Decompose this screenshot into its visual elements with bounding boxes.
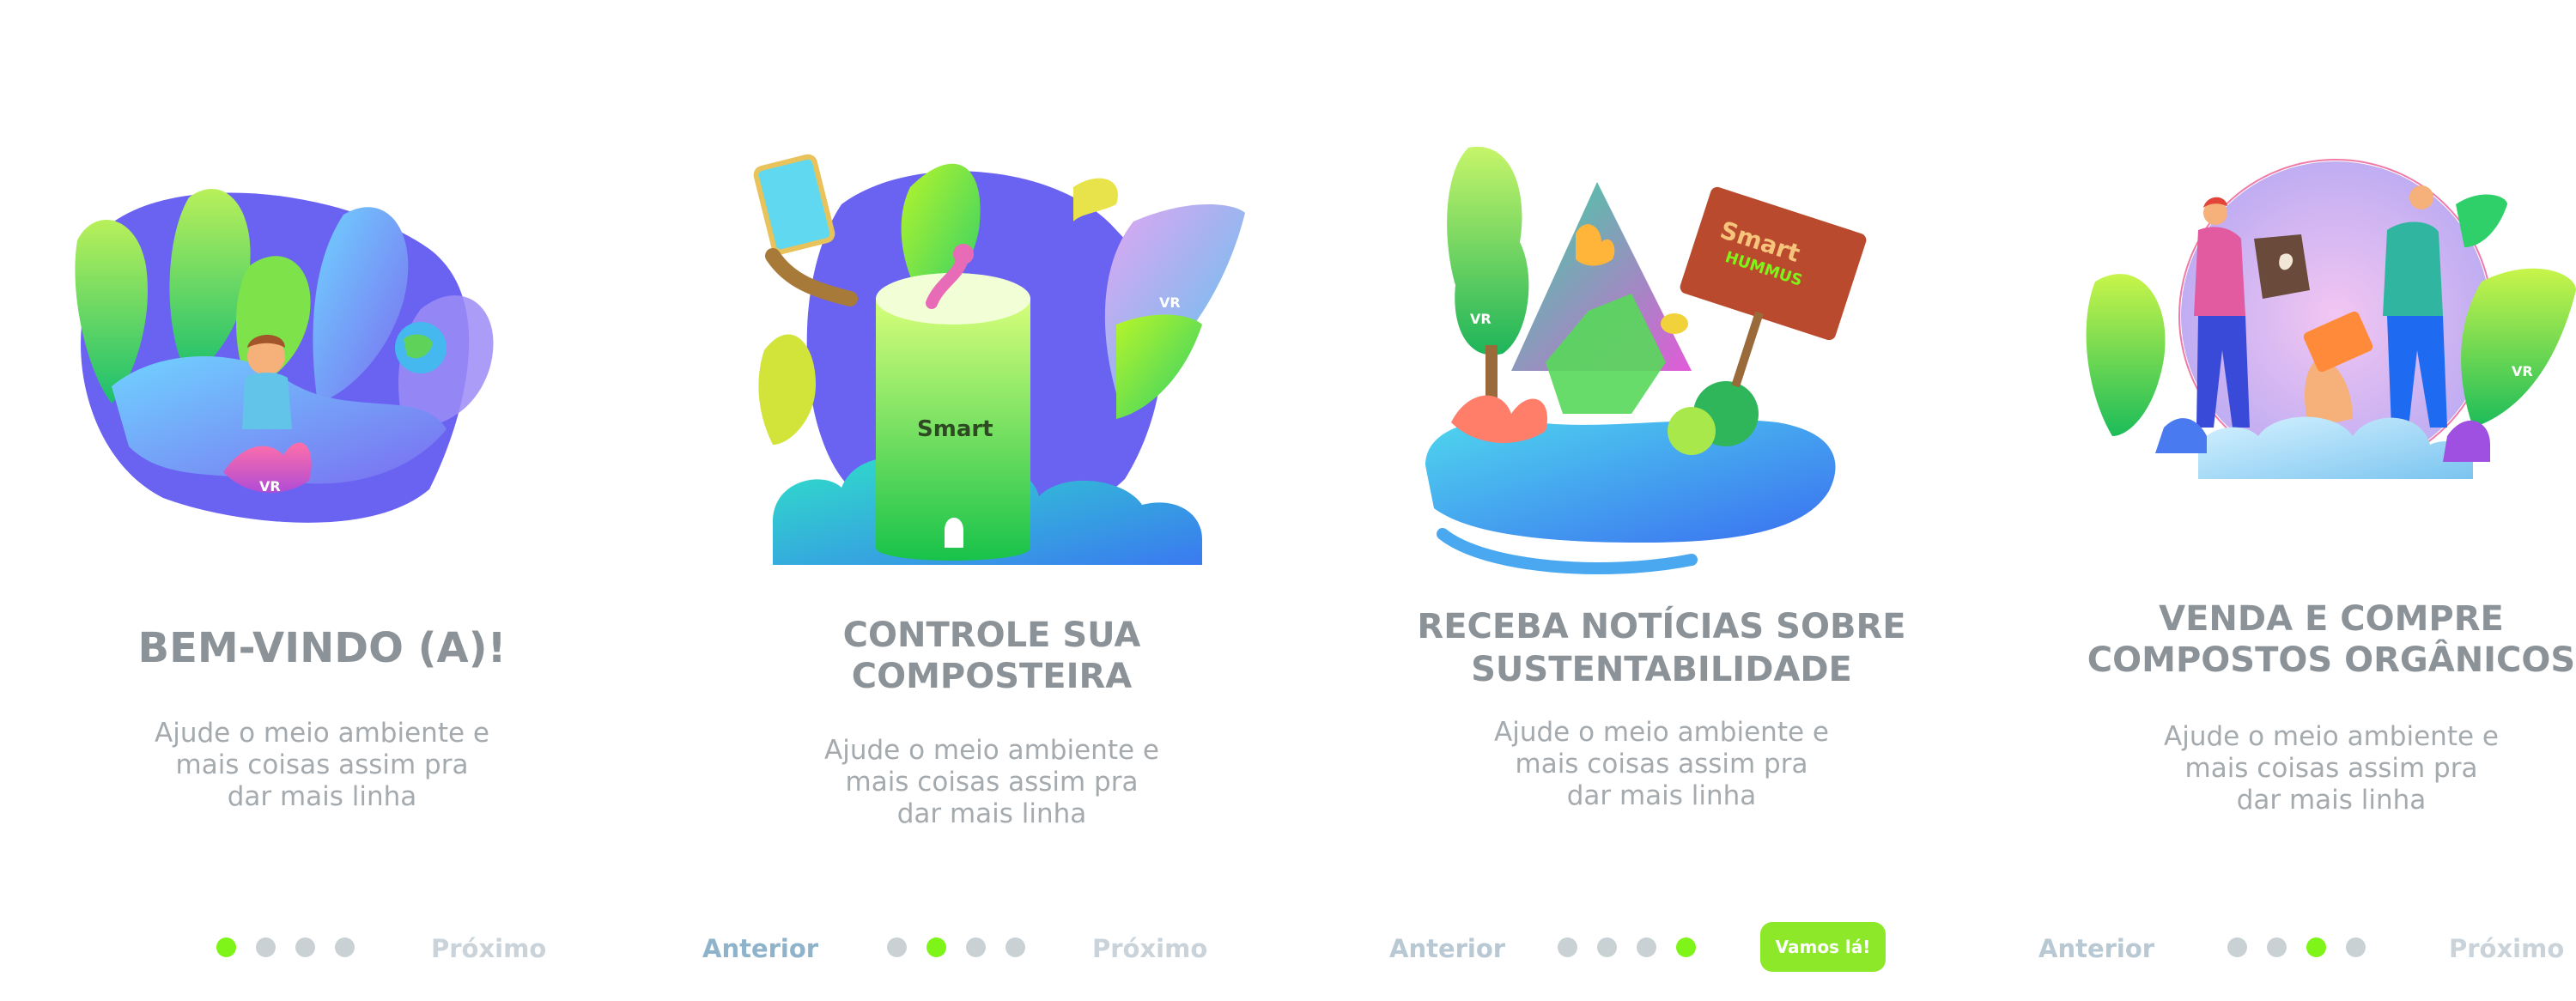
title-line: COMPOSTOS ORGÂNICOS bbox=[2087, 640, 2576, 680]
next-button[interactable]: Próximo bbox=[2449, 934, 2564, 963]
page-title: RECEBA NOTÍCIAS SOBRE SUSTENTABILIDADE bbox=[1340, 605, 1984, 691]
description-line: mais coisas assim pra bbox=[2184, 753, 2478, 784]
page-title: VENDA E COMPRE COMPOSTOS ORGÂNICOS bbox=[2009, 598, 2576, 681]
onboarding-screen-composter: Smart VR CONTROLE SUA COMPOSTEIRA Ajude … bbox=[670, 0, 1314, 1001]
page-dot-1[interactable] bbox=[1558, 937, 1577, 957]
page-dot-1[interactable] bbox=[887, 937, 907, 957]
description-line: dar mais linha bbox=[1566, 780, 1757, 811]
description-line: dar mais linha bbox=[227, 781, 417, 812]
next-button[interactable]: Próximo bbox=[431, 934, 546, 963]
page-description: Ajude o meio ambiente e mais coisas assi… bbox=[2009, 721, 2576, 816]
page-title: CONTROLE SUA COMPOSTEIRA bbox=[670, 615, 1314, 697]
page-dot-4[interactable] bbox=[335, 937, 355, 957]
page-dot-2[interactable] bbox=[1597, 937, 1617, 957]
brand-mark-text: VR bbox=[2512, 363, 2533, 379]
description-line: Ajude o meio ambiente e bbox=[155, 718, 489, 749]
page-dot-1[interactable] bbox=[216, 937, 236, 957]
page-dot-2[interactable] bbox=[2267, 937, 2287, 957]
get-started-button[interactable]: Vamos lá! bbox=[1760, 922, 1886, 972]
description-line: mais coisas assim pra bbox=[175, 749, 469, 780]
page-dot-4[interactable] bbox=[1005, 937, 1025, 957]
page-dot-2[interactable] bbox=[256, 937, 276, 957]
page-description: Ajude o meio ambiente e mais coisas assi… bbox=[670, 735, 1314, 830]
description-line: Ajude o meio ambiente e bbox=[1494, 717, 1829, 748]
title-line: SUSTENTABILIDADE bbox=[1471, 650, 1852, 689]
page-dot-2[interactable] bbox=[927, 937, 946, 957]
onboarding-screen-news: Smart HUMMUS VR RECEBA NOTÍCIAS SOBRE SU… bbox=[1340, 0, 1984, 1001]
brand-mark-text: VR bbox=[1470, 311, 1492, 327]
description-line: Ajude o meio ambiente e bbox=[824, 735, 1159, 766]
page-dot-3[interactable] bbox=[966, 937, 986, 957]
title-line: BEM-VINDO (A)! bbox=[137, 624, 507, 672]
description-line: mais coisas assim pra bbox=[1515, 749, 1808, 780]
description-line: dar mais linha bbox=[896, 798, 1087, 829]
description-line: mais coisas assim pra bbox=[845, 767, 1139, 798]
title-line: CONTROLE SUA bbox=[842, 616, 1141, 655]
next-button[interactable]: Próximo bbox=[1092, 934, 1207, 963]
title-line: RECEBA NOTÍCIAS SOBRE bbox=[1417, 607, 1906, 646]
illustration-marketplace: VR bbox=[2086, 159, 2576, 479]
brand-mark-text: VR bbox=[259, 478, 281, 494]
title-line: VENDA E COMPRE bbox=[2159, 599, 2504, 639]
page-dot-4[interactable] bbox=[2346, 937, 2366, 957]
onboarding-screen-marketplace: VR VENDA E COMPRE COMPOSTOS ORGÂNICOS Aj… bbox=[2009, 0, 2576, 1001]
illustration-welcome: VR bbox=[75, 189, 494, 523]
page-title: BEM-VINDO (A)! bbox=[0, 625, 644, 671]
illustration-news: Smart HUMMUS VR bbox=[1425, 146, 1867, 574]
page-dot-3[interactable] bbox=[1637, 937, 1656, 957]
bin-logo-text: Smart bbox=[917, 416, 993, 442]
page-description: Ajude o meio ambiente e mais coisas assi… bbox=[1340, 717, 1984, 812]
page-dot-3[interactable] bbox=[295, 937, 315, 957]
previous-button[interactable]: Anterior bbox=[2038, 934, 2154, 963]
page-dot-1[interactable] bbox=[2227, 937, 2247, 957]
description-line: dar mais linha bbox=[2236, 785, 2427, 816]
page-dot-4[interactable] bbox=[1676, 937, 1696, 957]
onboarding-screen-welcome: VR BEM-VINDO (A)! Ajude o meio ambiente … bbox=[0, 0, 644, 1001]
previous-button[interactable]: Anterior bbox=[702, 934, 818, 963]
previous-button[interactable]: Anterior bbox=[1389, 934, 1505, 963]
page-dot-3[interactable] bbox=[2306, 937, 2326, 957]
illustration-composter: Smart VR bbox=[753, 154, 1245, 565]
brand-mark-text: VR bbox=[1159, 294, 1181, 311]
title-line: COMPOSTEIRA bbox=[851, 657, 1133, 696]
description-line: Ajude o meio ambiente e bbox=[2164, 721, 2499, 752]
page-description: Ajude o meio ambiente e mais coisas assi… bbox=[0, 718, 644, 813]
